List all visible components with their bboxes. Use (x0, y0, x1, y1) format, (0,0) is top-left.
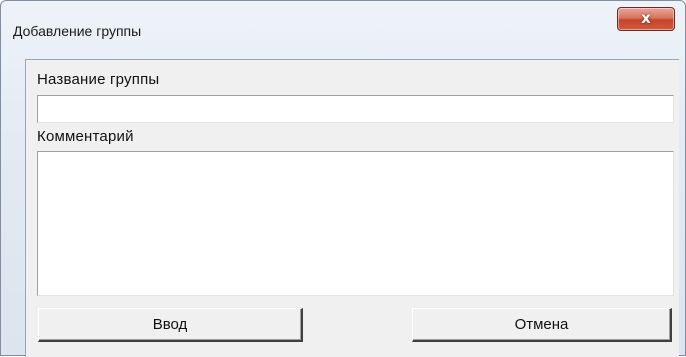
title-bar[interactable]: Добавление группы x (1, 1, 685, 59)
ok-button[interactable]: Ввод (38, 308, 303, 342)
close-button[interactable]: x (617, 7, 675, 31)
group-name-input[interactable] (37, 95, 674, 123)
dialog-window: Добавление группы x Название группы Комм… (0, 0, 686, 357)
group-name-label: Название группы (37, 71, 160, 88)
window-title: Добавление группы (13, 23, 142, 39)
dialog-client-area: Название группы Комментарий Ввод Отмена (25, 59, 679, 357)
close-icon: x (641, 9, 651, 27)
cancel-button[interactable]: Отмена (412, 308, 672, 342)
comment-textarea[interactable] (37, 151, 674, 296)
comment-label: Комментарий (37, 128, 134, 145)
